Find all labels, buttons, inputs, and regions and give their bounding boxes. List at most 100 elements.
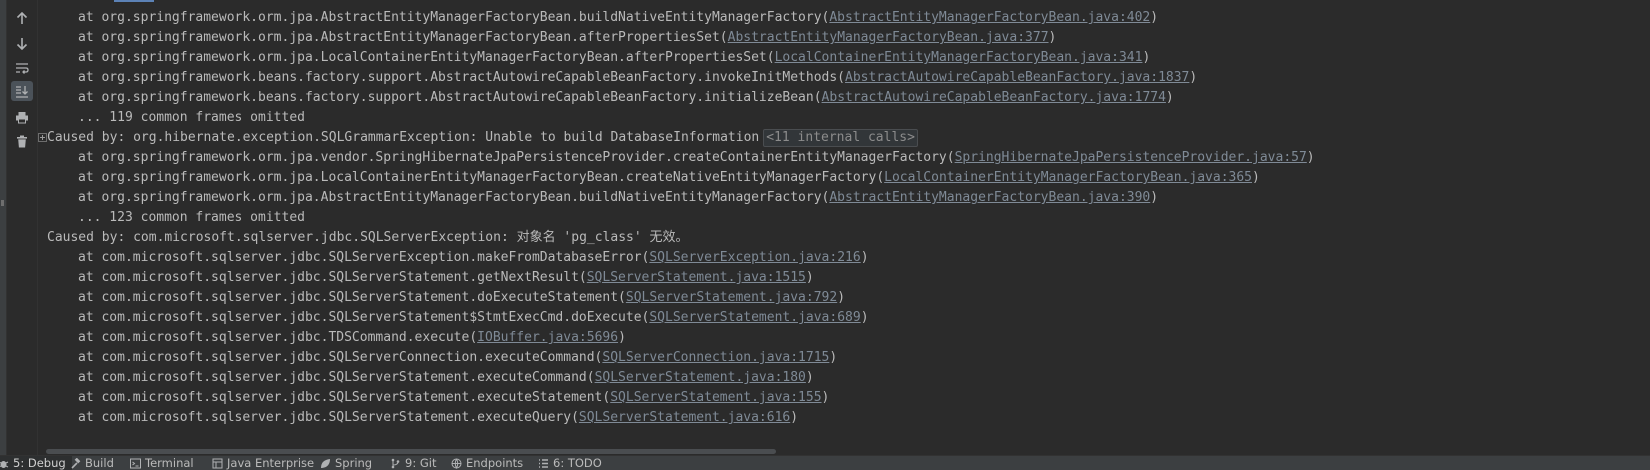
tool-window-tab[interactable]: Terminal [130, 456, 194, 470]
stack-frame-method: at org.springframework.beans.factory.sup… [78, 90, 822, 105]
stack-frame-method: at org.springframework.orm.jpa.AbstractE… [78, 190, 830, 205]
source-file-link[interactable]: SQLServerConnection.java:1715 [602, 350, 829, 365]
git-branch-icon [390, 458, 401, 469]
tool-window-tab[interactable]: Build [70, 456, 114, 470]
stack-frame-line: at org.springframework.orm.jpa.AbstractE… [38, 8, 1158, 28]
omitted-frames-text: ... 119 common frames omitted [78, 110, 305, 125]
bug-icon [0, 458, 9, 469]
stack-frame-close: ) [837, 290, 846, 305]
tool-window-tab[interactable]: 5: Debug [0, 456, 72, 470]
expand-fold-icon[interactable] [38, 133, 47, 142]
source-file-link[interactable]: SQLServerStatement.java:1515 [587, 270, 806, 285]
stack-frame-line: at com.microsoft.sqlserver.jdbc.SQLServe… [38, 288, 845, 308]
stack-frame-line: at org.springframework.beans.factory.sup… [38, 88, 1174, 108]
stack-frame-method: at com.microsoft.sqlserver.jdbc.SQLServe… [78, 250, 650, 265]
tool-window-tab-label: Java Enterprise [227, 456, 315, 470]
stack-frame-method: at com.microsoft.sqlserver.jdbc.SQLServe… [78, 390, 611, 405]
horizontal-scrollbar[interactable] [46, 449, 776, 454]
stack-frame-method: at org.springframework.orm.jpa.vendor.Sp… [78, 150, 955, 165]
source-file-link[interactable]: LocalContainerEntityManagerFactoryBean.j… [884, 170, 1252, 185]
down-arrow-icon[interactable] [11, 33, 33, 53]
terminal-icon [130, 458, 141, 469]
source-file-link[interactable]: SpringHibernateJpaPersistenceProvider.ja… [955, 150, 1307, 165]
stack-frame-method: at com.microsoft.sqlserver.jdbc.SQLServe… [78, 370, 595, 385]
source-file-link[interactable]: SQLServerStatement.java:792 [626, 290, 837, 305]
debug-console-window: at org.springframework.orm.jpa.AbstractE… [0, 0, 1650, 470]
up-arrow-icon[interactable] [11, 8, 33, 28]
source-file-link[interactable]: SQLServerStatement.java:689 [649, 310, 860, 325]
tool-window-tab-label: Spring [335, 456, 373, 470]
console-output[interactable]: at org.springframework.orm.jpa.AbstractE… [38, 0, 1650, 455]
stack-frame-close: ) [1165, 90, 1174, 105]
stack-frame-line: at org.springframework.beans.factory.sup… [38, 68, 1197, 88]
stack-frame-line: at org.springframework.orm.jpa.AbstractE… [38, 28, 1056, 48]
omitted-frames-line: ... 119 common frames omitted [38, 108, 305, 128]
stack-frame-line: at com.microsoft.sqlserver.jdbc.SQLServe… [38, 348, 837, 368]
edge-marker [1, 200, 4, 206]
stack-frame-line: at com.microsoft.sqlserver.jdbc.TDSComma… [38, 328, 626, 348]
stack-frame-line: at com.microsoft.sqlserver.jdbc.SQLServe… [38, 308, 869, 328]
stack-frame-method: at com.microsoft.sqlserver.jdbc.SQLServe… [78, 310, 650, 325]
source-file-link[interactable]: IOBuffer.java:5696 [477, 330, 618, 345]
tool-window-bar: 5: Debug Build Terminal Java Enterprise Spri… [0, 455, 1650, 470]
source-file-link[interactable]: LocalContainerEntityManagerFactoryBean.j… [775, 50, 1143, 65]
stack-frame-method: at com.microsoft.sqlserver.jdbc.SQLServe… [78, 290, 626, 305]
stack-frame-line: at com.microsoft.sqlserver.jdbc.SQLServe… [38, 388, 829, 408]
stack-frame-close: ) [805, 370, 814, 385]
soft-wrap-icon[interactable] [11, 58, 33, 78]
trash-icon[interactable] [11, 131, 33, 151]
caused-by-text: Caused by: com.microsoft.sqlserver.jdbc.… [47, 230, 689, 245]
stack-frame-close: ) [829, 350, 838, 365]
stack-frame-line: at com.microsoft.sqlserver.jdbc.SQLServe… [38, 368, 814, 388]
stack-frame-close: ) [1306, 150, 1315, 165]
console-toolbar [7, 0, 38, 455]
source-file-link[interactable]: SQLServerException.java:216 [649, 250, 860, 265]
java-enterprise-icon [212, 458, 223, 469]
stack-frame-method: at org.springframework.beans.factory.sup… [78, 70, 846, 85]
source-file-link[interactable]: SQLServerStatement.java:180 [595, 370, 806, 385]
source-file-link[interactable]: SQLServerStatement.java:155 [610, 390, 821, 405]
stack-frame-method: at org.springframework.orm.jpa.AbstractE… [78, 30, 728, 45]
stack-frame-method: at com.microsoft.sqlserver.jdbc.SQLServe… [78, 270, 587, 285]
source-file-link[interactable]: AbstractAutowireCapableBeanFactory.java:… [845, 70, 1189, 85]
stack-frame-close: ) [1150, 10, 1159, 25]
tool-window-tab-label: 6: TODO [553, 456, 602, 470]
tool-window-tab-label: 5: Debug [13, 456, 66, 470]
stack-frame-line: at org.springframework.orm.jpa.vendor.Sp… [38, 148, 1315, 168]
stack-frame-method: at org.springframework.orm.jpa.LocalCont… [78, 170, 885, 185]
tool-window-tab[interactable]: Endpoints [451, 456, 523, 470]
source-file-link[interactable]: SQLServerStatement.java:616 [579, 410, 790, 425]
stack-frame-close: ) [860, 250, 869, 265]
left-edge-strip [0, 0, 7, 455]
stack-frame-method: at com.microsoft.sqlserver.jdbc.SQLServe… [78, 410, 579, 425]
stack-frame-line: at org.springframework.orm.jpa.LocalCont… [38, 168, 1260, 188]
stack-frame-method: at org.springframework.orm.jpa.AbstractE… [78, 10, 830, 25]
source-file-link[interactable]: AbstractAutowireCapableBeanFactory.java:… [822, 90, 1166, 105]
globe-icon [451, 458, 462, 470]
omitted-frames-line: ... 123 common frames omitted [38, 208, 305, 228]
caused-by-line: Caused by: com.microsoft.sqlserver.jdbc.… [38, 228, 689, 248]
tool-window-tab-label: Endpoints [466, 456, 524, 470]
stack-frame-line: at org.springframework.orm.jpa.AbstractE… [38, 188, 1158, 208]
print-icon[interactable] [11, 107, 33, 127]
source-file-link[interactable]: AbstractEntityManagerFactoryBean.java:40… [829, 10, 1150, 25]
stack-frame-line: at com.microsoft.sqlserver.jdbc.SQLServe… [38, 268, 814, 288]
stack-frame-close: ) [618, 330, 626, 345]
selection-remnant [114, 0, 154, 2]
source-file-link[interactable]: AbstractEntityManagerFactoryBean.java:37… [728, 30, 1049, 45]
scroll-to-end-icon[interactable] [11, 81, 33, 101]
tool-window-tab[interactable]: 6: TODO [538, 456, 602, 470]
tool-window-tab[interactable]: Spring [320, 456, 372, 470]
internal-calls-badge[interactable]: <11 internal calls> [763, 129, 918, 147]
omitted-frames-text: ... 123 common frames omitted [78, 210, 305, 225]
tool-window-tab[interactable]: Java Enterprise [212, 456, 314, 470]
stack-frame-close: ) [821, 390, 830, 405]
tool-window-tab[interactable]: 9: Git [390, 456, 436, 470]
stack-frame-close: ) [1252, 170, 1260, 185]
source-file-link[interactable]: AbstractEntityManagerFactoryBean.java:39… [829, 190, 1150, 205]
stack-frame-close: ) [790, 410, 799, 425]
stack-frame-method: at org.springframework.orm.jpa.LocalCont… [78, 50, 775, 65]
stack-frame-close: ) [1142, 50, 1151, 65]
spring-leaf-icon [320, 458, 331, 469]
stack-frame-close: ) [1048, 30, 1057, 45]
